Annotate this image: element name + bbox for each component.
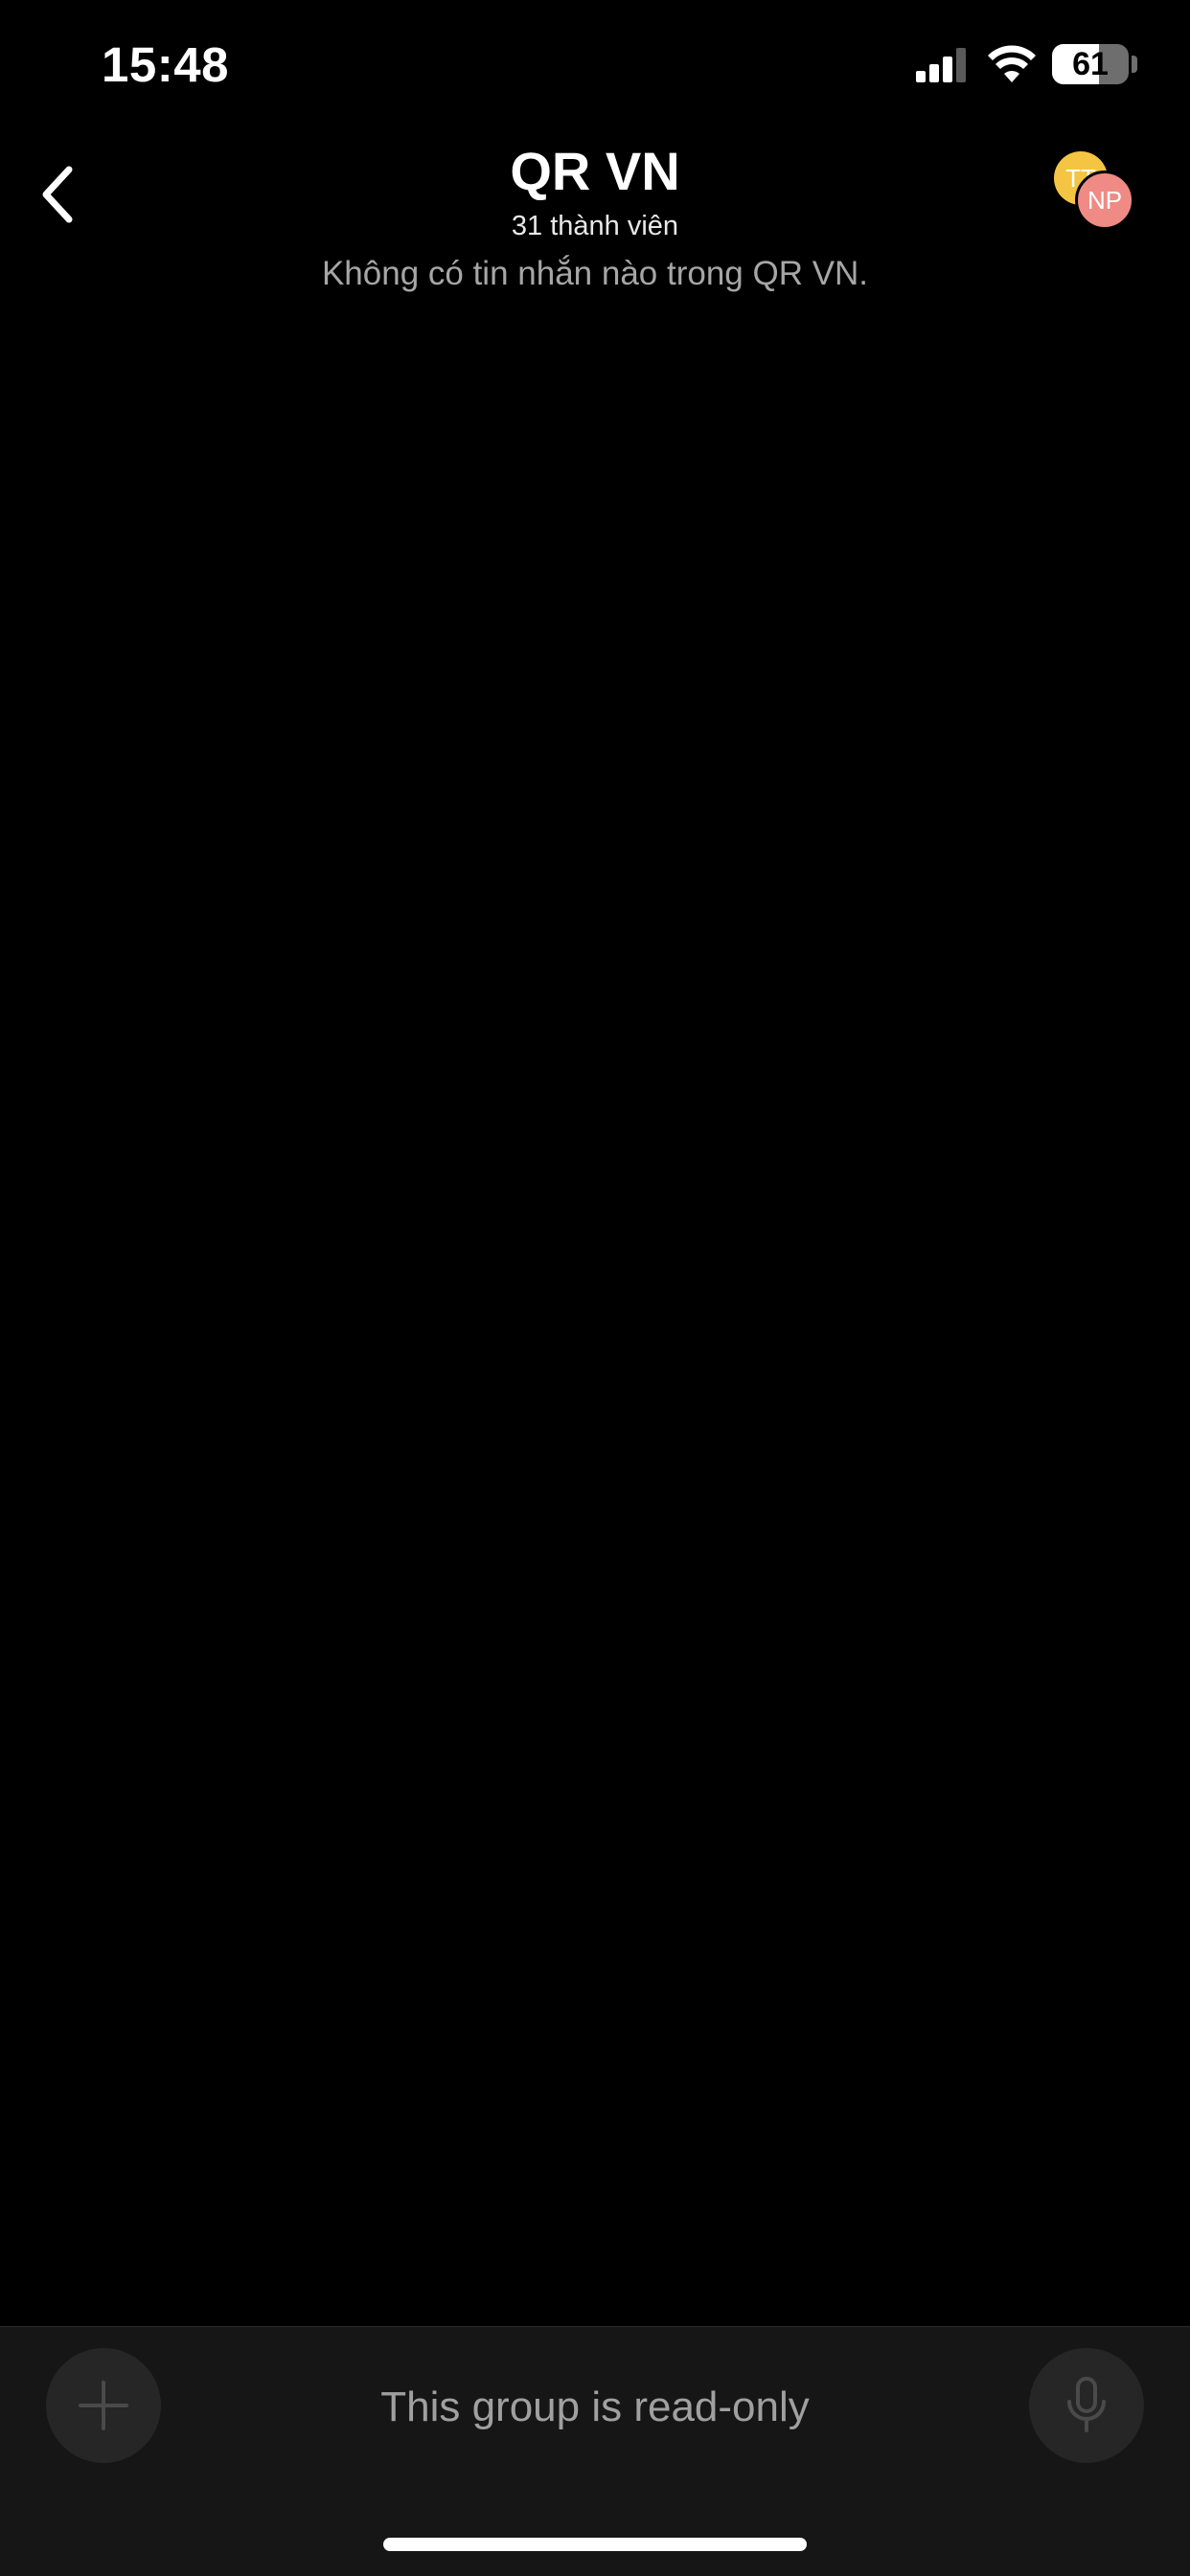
status-time: 15:48 bbox=[102, 37, 229, 92]
cellular-signal-icon bbox=[916, 48, 966, 82]
battery-level: 61 bbox=[1072, 46, 1109, 82]
composer-bar: This group is read-only bbox=[0, 2326, 1190, 2576]
empty-messages-notice: Không có tin nhắn nào trong QR VN. bbox=[321, 255, 869, 292]
member-count: 31 thành viên bbox=[511, 211, 679, 241]
status-bar: 15:48 61 bbox=[0, 0, 1190, 134]
readonly-notice: This group is read-only bbox=[380, 2383, 810, 2430]
microphone-icon bbox=[1067, 2377, 1106, 2432]
home-indicator[interactable] bbox=[383, 2538, 807, 2551]
group-title[interactable]: QR VN bbox=[0, 138, 1190, 205]
avatar: NP bbox=[1075, 171, 1134, 230]
group-avatar-stack[interactable]: TT NP bbox=[1050, 149, 1136, 236]
voice-message-button[interactable] bbox=[1029, 2348, 1144, 2463]
chat-header: QR VN 31 thành viên Không có tin nhắn nà… bbox=[0, 134, 1190, 307]
battery-icon: 61 bbox=[1052, 44, 1129, 84]
battery-nub bbox=[1132, 56, 1137, 73]
wifi-icon bbox=[988, 45, 1036, 82]
